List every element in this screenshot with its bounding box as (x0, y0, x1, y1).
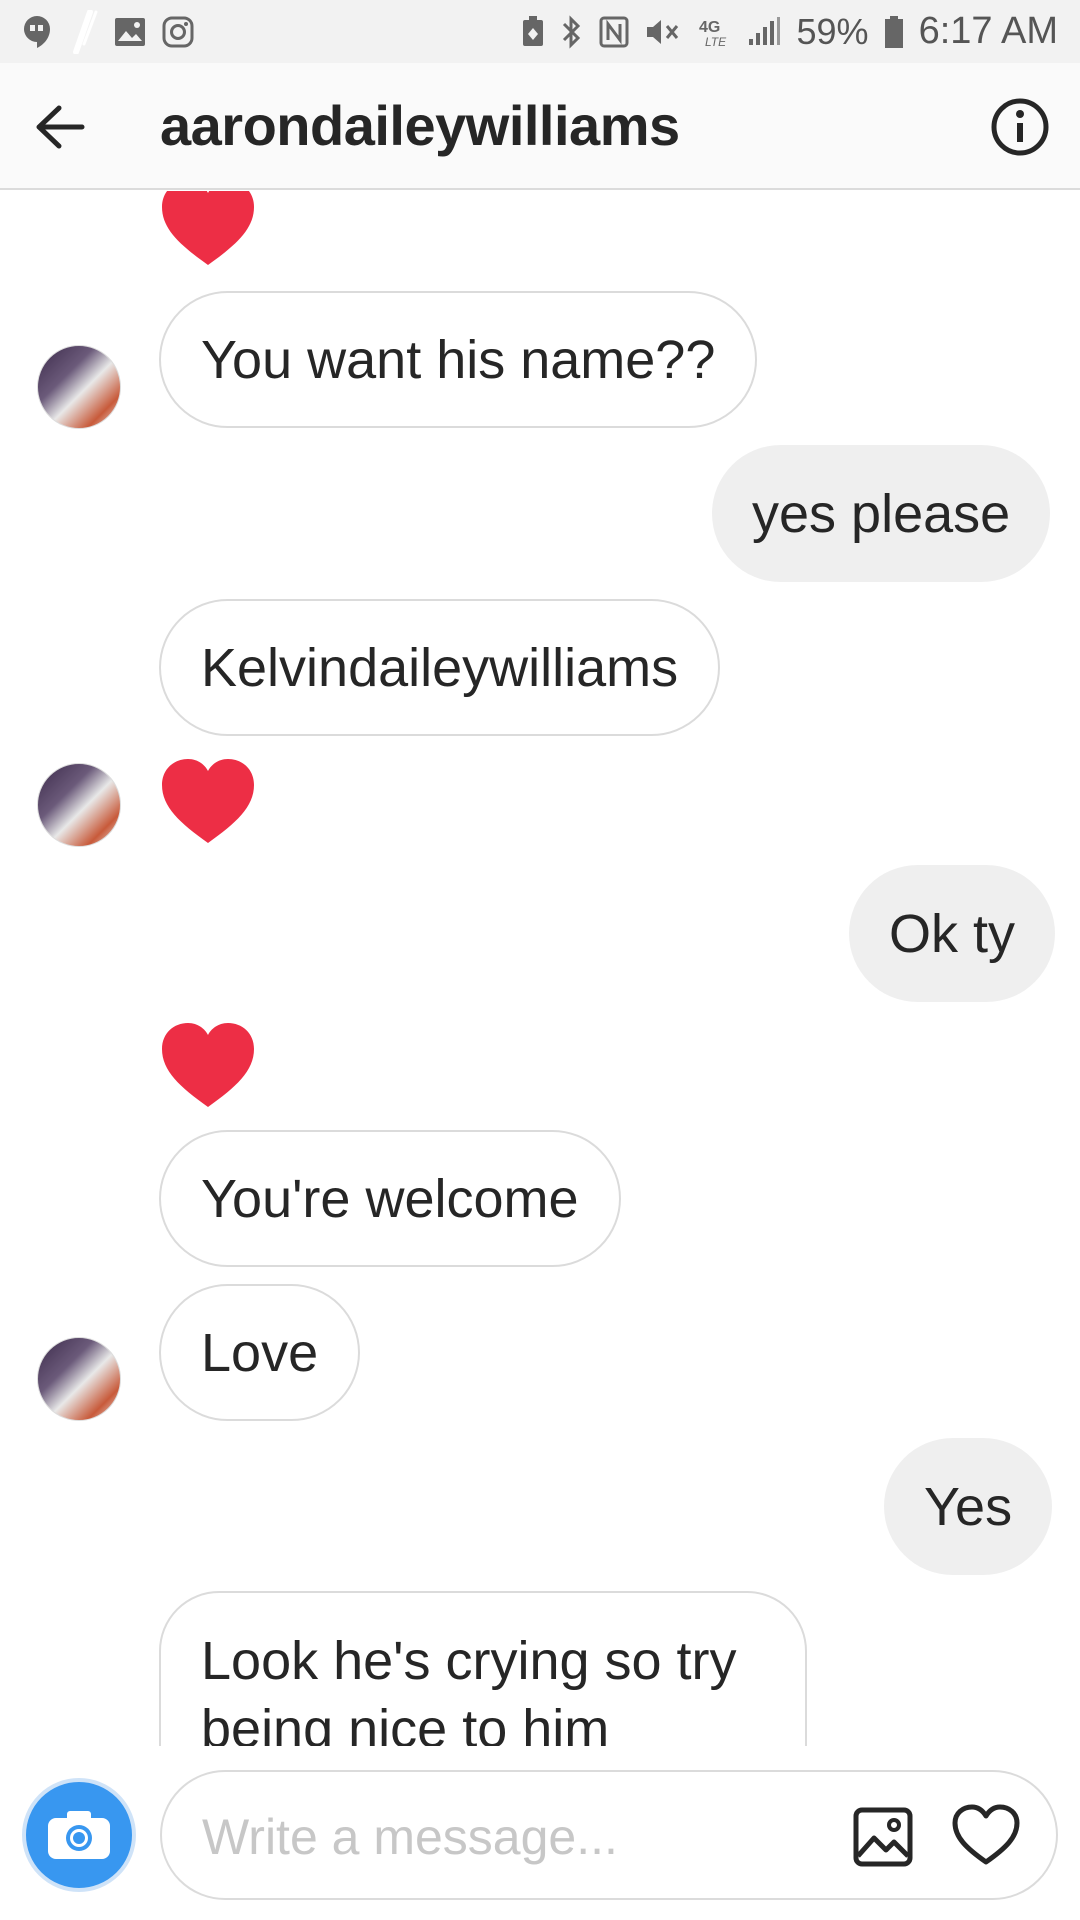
battery-saver-icon (521, 15, 545, 48)
outgoing-message[interactable]: yes please (712, 445, 1051, 582)
message-thread[interactable]: You want his name?? yes please Kelvindai… (0, 191, 1080, 1746)
camera-icon (48, 1811, 110, 1859)
back-button[interactable] (28, 95, 92, 159)
message-input-container (160, 1770, 1058, 1900)
svg-text:LTE: LTE (705, 35, 727, 48)
message-text: You're welcome (201, 1168, 579, 1229)
message-text: Love (201, 1322, 319, 1383)
heart-message[interactable] (160, 191, 256, 269)
message-text: Ok ty (889, 903, 1016, 964)
outgoing-message[interactable]: Yes (884, 1438, 1053, 1575)
like-button[interactable] (952, 1804, 1020, 1866)
sender-avatar[interactable] (37, 763, 121, 847)
sender-avatar[interactable] (37, 345, 121, 429)
status-bar: 4G LTE 59% 6:17 AM (0, 0, 1080, 63)
arrow-left-icon (36, 105, 85, 149)
message-text: Yes (924, 1476, 1013, 1537)
heart-outline-icon (952, 1804, 1020, 1865)
message-text: Kelvindaileywilliams (201, 637, 679, 698)
camera-button[interactable] (22, 1778, 136, 1892)
message-text: Look he's crying so try being nice to hi… (201, 1631, 737, 1746)
incoming-message[interactable]: You're welcome (159, 1130, 621, 1267)
message-text: yes please (752, 483, 1011, 544)
info-icon (991, 98, 1049, 156)
info-button[interactable] (990, 97, 1050, 157)
message-input[interactable] (202, 1802, 802, 1872)
signal-icon (747, 16, 781, 47)
message-composer (0, 1746, 1080, 1920)
vine-icon (68, 9, 98, 54)
hangouts-icon (22, 15, 52, 49)
message-text: You want his name?? (201, 329, 716, 390)
outgoing-message[interactable]: Ok ty (849, 865, 1056, 1002)
heart-message[interactable] (160, 1021, 256, 1111)
clock: 6:17 AM (918, 10, 1058, 52)
battery-percent: 59% (796, 10, 869, 52)
gallery-button[interactable] (852, 1806, 914, 1868)
battery-icon (884, 15, 903, 48)
conversation-header: aarondaileywilliams (0, 63, 1080, 190)
lte-icon: 4G LTE (697, 16, 731, 48)
incoming-message[interactable]: Look he's crying so try being nice to hi… (159, 1591, 807, 1746)
mute-icon (645, 16, 681, 48)
conversation-title[interactable]: aarondaileywilliams (160, 93, 680, 158)
gallery-icon (853, 1807, 913, 1867)
nfc-icon (599, 16, 629, 48)
svg-text:4G: 4G (699, 19, 720, 36)
image-notification-icon (114, 17, 146, 47)
incoming-message[interactable]: Kelvindaileywilliams (159, 599, 721, 736)
heart-message[interactable] (160, 757, 256, 847)
sender-avatar[interactable] (37, 1337, 121, 1421)
bluetooth-icon (561, 14, 583, 49)
instagram-icon (162, 16, 194, 48)
incoming-message[interactable]: Love (159, 1284, 361, 1421)
incoming-message[interactable]: You want his name?? (159, 291, 758, 428)
